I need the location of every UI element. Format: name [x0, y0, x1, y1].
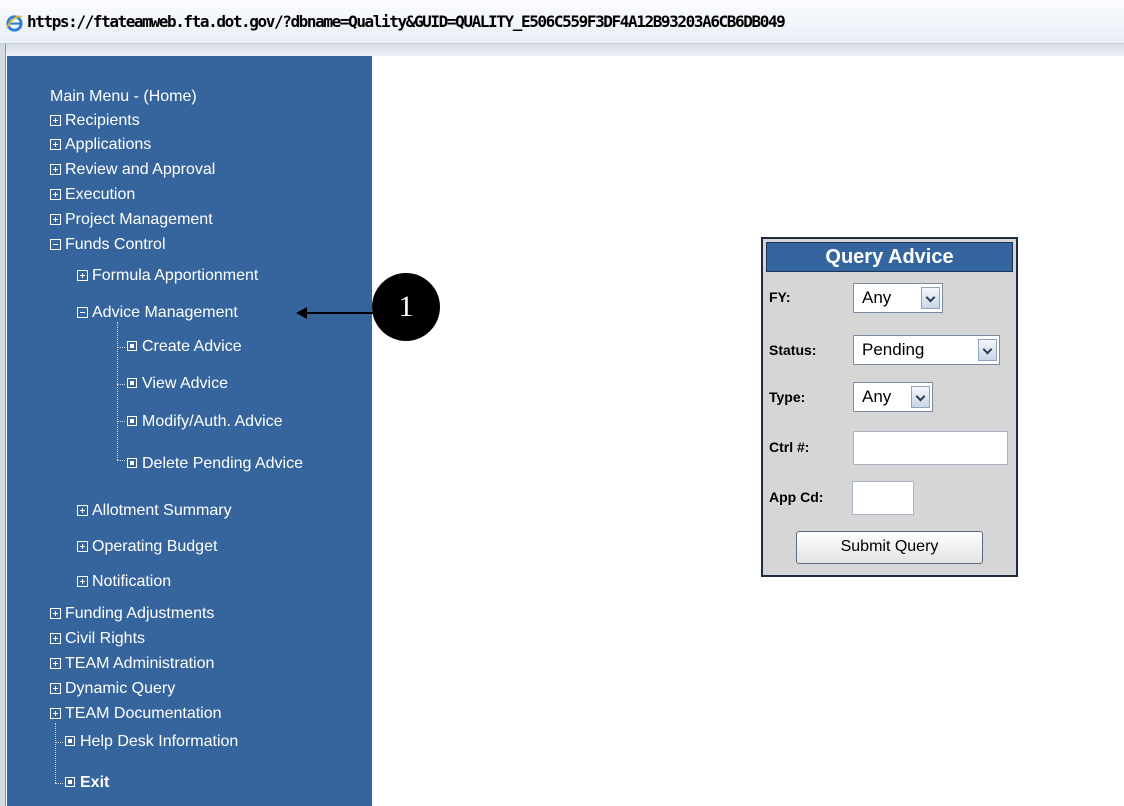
- leaf-node-icon: [127, 378, 137, 388]
- sidebar-item-team-administration[interactable]: TEAM Administration: [50, 655, 214, 673]
- leaf-node-icon: [127, 458, 137, 468]
- sidebar-item-create-advice[interactable]: Create Advice: [127, 338, 242, 356]
- sidebar-item-allotment-summary[interactable]: Allotment Summary: [77, 502, 232, 520]
- address-bar: https://ftateamweb.fta.dot.gov/?dbname=Q…: [0, 0, 1124, 44]
- sidebar-item-modify-advice[interactable]: Modify/Auth. Advice: [127, 413, 283, 431]
- query-advice-panel: Query Advice FY: Any Status: Pending Typ…: [761, 237, 1018, 577]
- query-advice-title: Query Advice: [766, 242, 1013, 272]
- sidebar-item-exit[interactable]: Exit: [65, 774, 109, 792]
- sidebar-item-formula-apportionment[interactable]: Formula Apportionment: [77, 267, 258, 285]
- expand-plus-icon[interactable]: [50, 164, 61, 175]
- expand-plus-icon[interactable]: [50, 214, 61, 225]
- status-select[interactable]: Pending: [853, 335, 1000, 365]
- tree-connector: [55, 723, 56, 783]
- sidebar-item-help-desk[interactable]: Help Desk Information: [65, 733, 238, 751]
- window-frame-left: [0, 44, 6, 806]
- status-label: Status:: [769, 342, 817, 358]
- status-selected-value: Pending: [862, 340, 925, 359]
- callout-number-badge: 1: [372, 273, 440, 341]
- tree-connector: [117, 460, 125, 461]
- sidebar-item-civil-rights[interactable]: Civil Rights: [50, 630, 145, 648]
- chevron-down-icon[interactable]: [921, 287, 940, 309]
- expand-plus-icon[interactable]: [50, 189, 61, 200]
- type-select[interactable]: Any: [853, 382, 933, 412]
- sidebar-item-operating-budget[interactable]: Operating Budget: [77, 538, 217, 556]
- submit-query-button[interactable]: Submit Query: [796, 531, 983, 564]
- expand-plus-icon[interactable]: [50, 683, 61, 694]
- collapse-minus-icon[interactable]: [77, 307, 88, 318]
- tree-connector: [117, 384, 125, 385]
- chevron-down-icon[interactable]: [978, 339, 997, 361]
- expand-plus-icon[interactable]: [50, 658, 61, 669]
- type-label: Type:: [769, 389, 806, 405]
- expand-plus-icon[interactable]: [77, 270, 88, 281]
- type-selected-value: Any: [862, 387, 892, 406]
- sidebar-item-project-management[interactable]: Project Management: [50, 211, 213, 229]
- sidebar-item-funds-control[interactable]: Funds Control: [50, 236, 166, 254]
- fy-selected-value: Any: [862, 288, 892, 307]
- tree-connector: [55, 783, 63, 784]
- leaf-node-icon: [65, 777, 75, 787]
- ctrl-number-label: Ctrl #:: [769, 439, 810, 455]
- fy-select[interactable]: Any: [853, 283, 943, 313]
- callout-arrow-line: [304, 312, 374, 314]
- sidebar-item-review-approval[interactable]: Review and Approval: [50, 161, 215, 179]
- collapse-minus-icon[interactable]: [50, 239, 61, 250]
- expand-plus-icon[interactable]: [50, 633, 61, 644]
- internet-explorer-icon: [6, 15, 23, 32]
- sidebar-item-advice-management[interactable]: Advice Management: [77, 304, 238, 322]
- tree-connector: [117, 421, 125, 422]
- sidebar-item-execution[interactable]: Execution: [50, 186, 135, 204]
- expand-plus-icon[interactable]: [77, 541, 88, 552]
- leaf-node-icon: [127, 416, 137, 426]
- expand-plus-icon[interactable]: [77, 576, 88, 587]
- app-code-input[interactable]: [852, 481, 914, 515]
- tree-connector: [117, 322, 118, 460]
- leaf-node-icon: [127, 341, 137, 351]
- expand-plus-icon[interactable]: [50, 708, 61, 719]
- ctrl-number-input[interactable]: [853, 431, 1008, 465]
- expand-plus-icon[interactable]: [50, 608, 61, 619]
- fy-label: FY:: [769, 289, 791, 305]
- sidebar-item-dynamic-query[interactable]: Dynamic Query: [50, 680, 175, 698]
- app-code-label: App Cd:: [769, 489, 824, 505]
- page-url[interactable]: https://ftateamweb.fta.dot.gov/?dbname=Q…: [27, 12, 786, 31]
- expand-plus-icon[interactable]: [50, 115, 61, 126]
- expand-plus-icon[interactable]: [77, 505, 88, 516]
- expand-plus-icon[interactable]: [50, 139, 61, 150]
- sidebar-item-view-advice[interactable]: View Advice: [127, 375, 228, 393]
- sidebar-item-notification[interactable]: Notification: [77, 573, 171, 591]
- tree-connector: [117, 347, 125, 348]
- callout-arrow-head-icon: [296, 307, 307, 319]
- window-frame-top: [0, 44, 1124, 56]
- chevron-down-icon[interactable]: [911, 386, 930, 408]
- tree-connector: [55, 742, 63, 743]
- sidebar-item-applications[interactable]: Applications: [50, 136, 151, 154]
- sidebar-item-funding-adjustments[interactable]: Funding Adjustments: [50, 605, 214, 623]
- main-menu-sidebar: Main Menu - (Home) Recipients Applicatio…: [7, 56, 372, 806]
- sidebar-item-team-documentation[interactable]: TEAM Documentation: [50, 705, 222, 723]
- main-menu-home-link[interactable]: Main Menu - (Home): [50, 88, 197, 106]
- sidebar-item-delete-pending-advice[interactable]: Delete Pending Advice: [127, 455, 303, 473]
- sidebar-item-recipients[interactable]: Recipients: [50, 112, 140, 130]
- leaf-node-icon: [65, 736, 75, 746]
